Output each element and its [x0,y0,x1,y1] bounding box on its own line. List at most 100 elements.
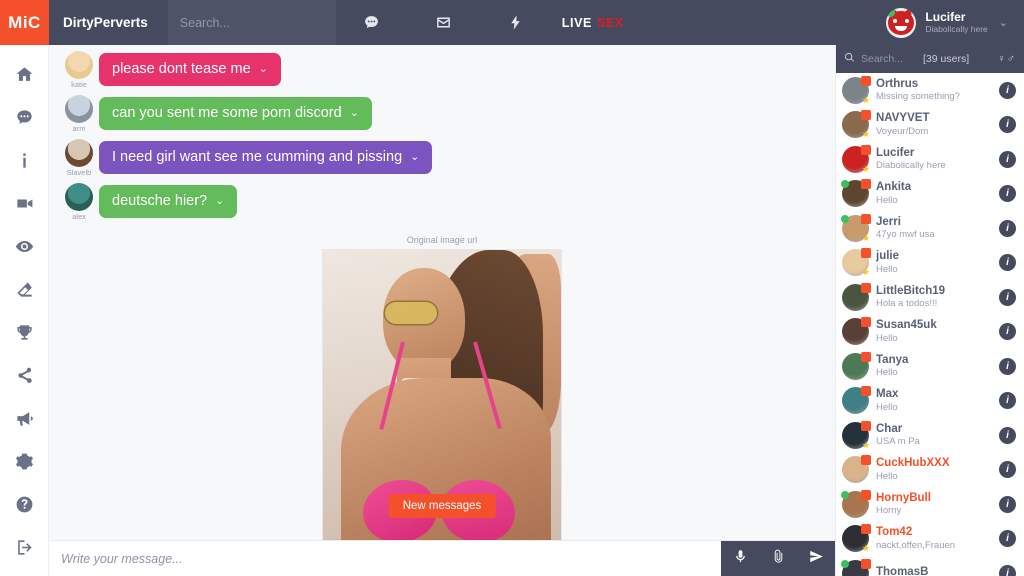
user-list-item[interactable]: CuckHubXXX Hello i [836,453,1024,488]
message-input[interactable] [49,551,721,566]
avatar[interactable] [65,183,93,211]
user-info-button[interactable]: i [999,564,1016,576]
avatar[interactable] [65,139,93,167]
user-search-input[interactable] [861,53,917,65]
live-sex-link[interactable]: LIVE SEX [552,16,634,30]
search-icon[interactable] [844,50,855,68]
chat-bubble-icon[interactable] [336,0,408,45]
sidebar-item-watch[interactable] [0,227,49,270]
user-text-block: julie Hello [876,250,992,275]
user-list-item[interactable]: ★ Char USA m Pa i [836,418,1024,453]
message-bubble[interactable]: can you sent me some porn discord ⌄ [99,97,372,130]
user-list-item[interactable]: ★ Tom42 nackt,offen,Frauen i [836,522,1024,557]
user-status: Hello [876,470,898,482]
notification-badge-icon [861,317,871,328]
user-name: Tanya [876,353,909,366]
sidebar-item-trophy[interactable] [0,313,49,356]
shared-image[interactable]: New messages [322,249,562,540]
sidebar-item-eraser[interactable] [0,270,49,313]
profile-menu[interactable]: Lucifer Diabolically here ⌄ [886,7,1024,38]
chevron-down-icon[interactable]: ⌄ [350,107,359,120]
chevron-down-icon[interactable]: ⌄ [259,63,268,76]
sidebar-item-chat[interactable] [0,98,49,141]
user-list-item[interactable]: ★ Jerri 47yo mwf usa i [836,211,1024,246]
gender-filter-icon[interactable]: ♀♂ [998,53,1017,65]
message-bubble[interactable]: please dont tease me ⌄ [99,53,281,86]
user-info-button[interactable]: i [999,185,1016,203]
sidebar-item-share[interactable] [0,356,49,399]
user-list-item[interactable]: ★ NAVYVET Voyeur/Dom i [836,108,1024,143]
user-info-button[interactable]: i [999,219,1016,237]
user-list-item[interactable]: HornyBull Horny i [836,487,1024,522]
chevron-down-icon[interactable]: ⌄ [215,195,224,208]
message-bubble[interactable]: I need girl want see me cumming and piss… [99,141,433,174]
user-text-block: Jerri 47yo mwf usa [876,216,992,241]
avatar[interactable] [886,7,917,38]
user-list: ★ Orthrus Missing something? i ★ NAVYVET Voyeu… [836,73,1024,576]
message-username: katie [71,80,87,89]
sidebar-item-video[interactable] [0,184,49,227]
user-list-item[interactable]: ★ Lucifer Diabolically here i [836,142,1024,177]
profile-status: Diabolically here [925,23,988,34]
message-bubble[interactable]: deutsche hier? ⌄ [99,185,238,218]
info-icon [15,151,34,175]
send-icon[interactable] [809,549,824,569]
user-name: HornyBull [876,491,931,504]
user-info-button[interactable]: i [999,461,1016,479]
chevron-down-icon[interactable]: ⌄ [999,16,1008,29]
user-info-button[interactable]: i [999,81,1016,99]
sidebar-item-info[interactable] [0,141,49,184]
user-list-item[interactable]: Ankita Hello i [836,177,1024,212]
user-list-item[interactable]: Tanya Hello i [836,349,1024,384]
user-info-button[interactable]: i [999,254,1016,272]
chevron-down-icon[interactable]: ⌄ [410,151,419,164]
avatar[interactable] [65,51,93,79]
lightning-bolt-icon[interactable] [480,0,552,45]
user-list-item[interactable]: ★ Orthrus Missing something? i [836,73,1024,108]
chat-messages-area[interactable]: katie please dont tease me ⌄ arm can you sen… [49,45,835,540]
share-icon [15,366,34,390]
sidebar-item-logout[interactable] [0,528,49,571]
star-badge-icon: ★ [861,94,870,105]
sidebar-item-home[interactable] [0,55,49,98]
user-info-button[interactable]: i [999,426,1016,444]
header-search[interactable] [167,0,363,48]
user-info-button[interactable]: i [999,116,1016,134]
user-info-button[interactable]: i [999,530,1016,548]
user-list-panel[interactable]: [39 users] ♀♂ ★ OrthrusMissing something?… [835,45,1024,576]
user-text-block: Char USA m Pa [876,423,992,448]
avatar[interactable] [65,95,93,123]
user-info-button[interactable]: i [999,392,1016,410]
message-text: please dont tease me [112,61,251,77]
user-text-block: Tanya Hello [876,354,992,379]
sidebar-item-settings[interactable] [0,442,49,485]
user-info-button[interactable]: i [999,357,1016,375]
user-info-button[interactable]: i [999,288,1016,306]
user-info-button[interactable]: i [999,150,1016,168]
user-status: Hello [876,332,898,344]
envelope-icon[interactable] [408,0,480,45]
star-badge-icon: ★ [861,543,870,554]
site-brand[interactable]: DirtyPerverts [49,15,168,30]
user-list-item[interactable]: ★ julie Hello i [836,246,1024,281]
sidebar-item-help[interactable] [0,485,49,528]
sidebar-item-announce[interactable] [0,399,49,442]
user-list-item[interactable]: Susan45uk Hello i [836,315,1024,350]
paperclip-icon[interactable] [771,549,786,569]
user-list-item[interactable]: ★ ThomasB i [836,556,1024,576]
user-list-item[interactable]: Max Hello i [836,384,1024,419]
user-name: Ankita [876,181,912,194]
microphone-icon[interactable] [733,549,748,569]
user-list-item[interactable]: LittleBitch19 Hola a todos!!! i [836,280,1024,315]
user-status: Hello [876,367,898,379]
user-name: CuckHubXXX [876,457,950,470]
user-status: USA m Pa [876,436,920,448]
user-info-button[interactable]: i [999,495,1016,513]
message-text: I need girl want see me cumming and piss… [112,149,403,165]
user-info-button[interactable]: i [999,323,1016,341]
app-logo-text: MiC [8,12,41,32]
original-image-url-link[interactable]: Original image url [322,235,562,245]
new-messages-button[interactable]: New messages [388,494,496,518]
app-logo[interactable]: MiC [0,0,49,45]
search-input[interactable] [179,15,341,30]
